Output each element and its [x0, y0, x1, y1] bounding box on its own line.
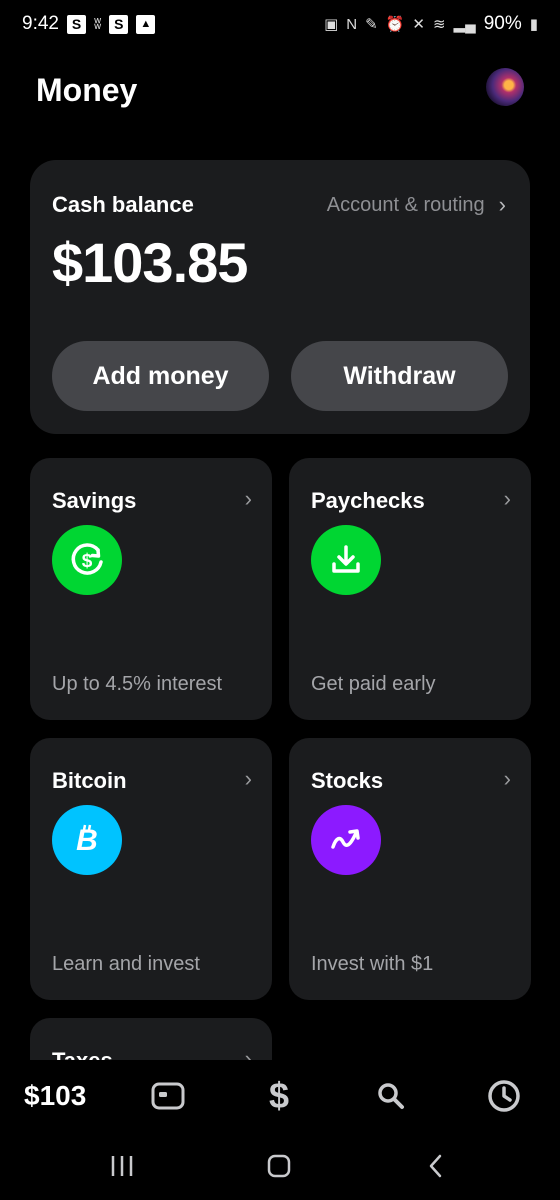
- account-routing-link[interactable]: Account & routing ›: [327, 192, 506, 218]
- tile-title: Bitcoin: [52, 768, 127, 793]
- chevron-right-icon: ›: [244, 486, 252, 511]
- activity-clock-icon[interactable]: [484, 1076, 524, 1116]
- back-icon[interactable]: [416, 1146, 456, 1186]
- tile-subtitle: Get paid early: [311, 673, 436, 695]
- tile-title: Stocks: [311, 768, 384, 793]
- savings-tile[interactable]: Savings › $ Up to 4.5% interest: [30, 458, 272, 720]
- tile-title: Savings: [52, 488, 137, 513]
- nfc-icon: N: [346, 15, 358, 33]
- battery-level: 90%: [483, 13, 522, 34]
- header: Money: [0, 60, 560, 120]
- status-bar: 9:42 S ʬ S ▲ ▣ N ✎ ⏰ ✕ ≋ ▂▄ 90% ▮: [0, 0, 560, 48]
- signal-icon: ▂▄: [453, 16, 476, 33]
- mute-icon: ✕: [412, 16, 425, 33]
- tile-subtitle: Learn and invest: [52, 953, 200, 975]
- withdraw-button[interactable]: Withdraw: [291, 341, 508, 411]
- page-title: Money: [36, 72, 138, 108]
- stocks-tile[interactable]: Stocks › Invest with $1: [289, 738, 531, 1000]
- bottom-tab-bar: $103 $: [0, 1060, 560, 1132]
- search-icon[interactable]: [371, 1076, 411, 1116]
- cash-balance-amount: $103.85: [52, 231, 248, 294]
- home-icon[interactable]: [259, 1146, 299, 1186]
- notification-s-icon: S: [66, 14, 86, 34]
- pen-icon: ✎: [365, 16, 378, 33]
- system-nav-bar: [0, 1132, 560, 1200]
- gallery-icon: ▲: [136, 14, 156, 34]
- tile-title: Paychecks: [311, 488, 425, 513]
- bitcoin-tile[interactable]: Bitcoin › B Learn and invest: [30, 738, 272, 1000]
- tile-subtitle: Invest with $1: [311, 953, 434, 975]
- security-icon: ▣: [324, 16, 339, 33]
- status-right: ▣ N ✎ ⏰ ✕ ≋ ▂▄ 90% ▮: [324, 13, 538, 35]
- add-money-button[interactable]: Add money: [52, 341, 269, 411]
- savings-dollar-icon: $: [52, 525, 122, 595]
- tile-subtitle: Up to 4.5% interest: [52, 673, 223, 695]
- recent-apps-icon[interactable]: [102, 1146, 142, 1186]
- account-routing-label: Account & routing: [326, 193, 485, 216]
- wifi-icon: ≋: [432, 16, 446, 33]
- cash-balance-label: Cash balance: [52, 192, 194, 217]
- tab-balance[interactable]: $103: [24, 1080, 86, 1112]
- chevron-right-icon: ›: [503, 766, 511, 791]
- notification-w-icon: ʬ: [93, 15, 102, 33]
- avatar[interactable]: [486, 68, 524, 106]
- svg-text:$: $: [82, 551, 93, 572]
- trend-arrow-icon: [311, 805, 381, 875]
- dollar-icon[interactable]: $: [259, 1075, 299, 1116]
- alarm-icon: ⏰: [385, 16, 405, 33]
- bitcoin-icon: B: [52, 805, 122, 875]
- paychecks-tile[interactable]: Paychecks › Get paid early: [289, 458, 531, 720]
- card-icon[interactable]: [148, 1076, 188, 1116]
- cash-balance-card[interactable]: Cash balance Account & routing › $103.85…: [30, 160, 530, 434]
- chevron-right-icon: ›: [503, 486, 511, 511]
- battery-icon: ▮: [529, 16, 538, 33]
- status-left: 9:42 S ʬ S ▲: [22, 13, 156, 35]
- chevron-right-icon: ›: [498, 192, 506, 217]
- chevron-right-icon: ›: [244, 766, 252, 791]
- download-icon: [311, 525, 381, 595]
- notification-s2-icon: S: [109, 14, 129, 34]
- svg-text:B: B: [76, 824, 98, 857]
- status-time: 9:42: [22, 13, 59, 34]
